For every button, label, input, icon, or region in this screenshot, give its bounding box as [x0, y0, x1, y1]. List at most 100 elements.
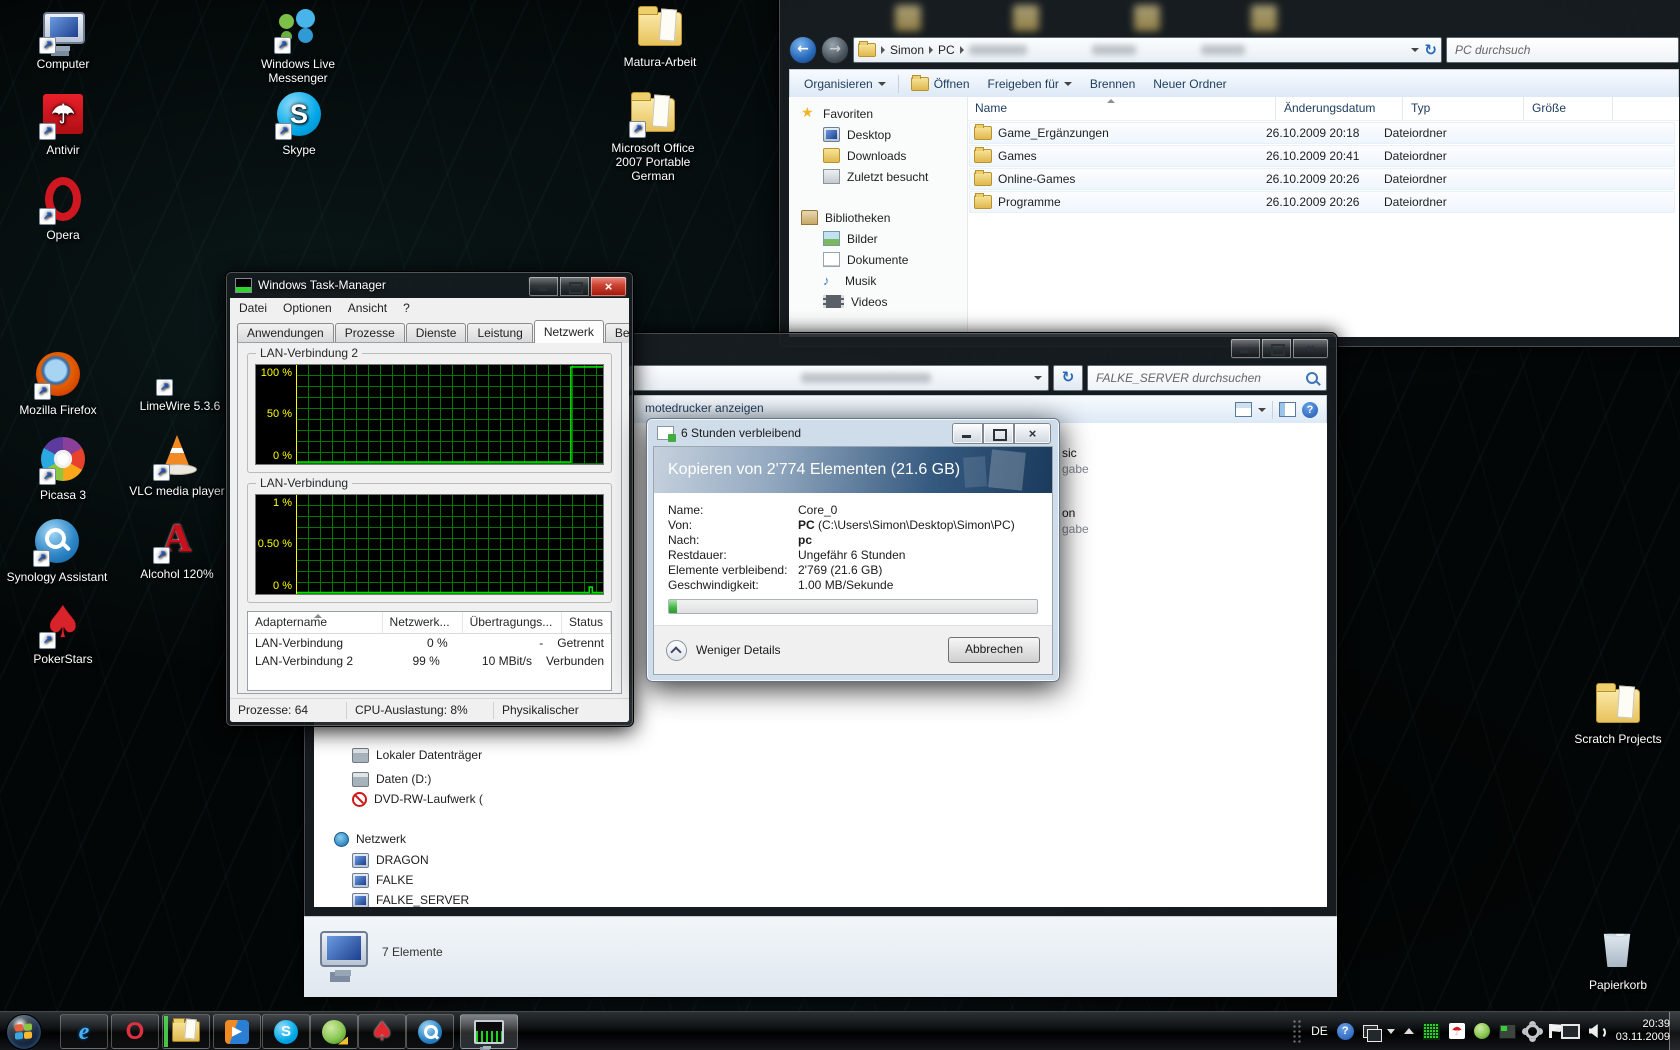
- taskbar-skype[interactable]: S: [262, 1014, 310, 1049]
- nav-dokumente[interactable]: Dokumente: [789, 249, 967, 270]
- view-options-icon[interactable]: [1235, 402, 1252, 417]
- minimize-button[interactable]: [952, 423, 983, 444]
- taskbar-media-player[interactable]: ▶: [213, 1014, 261, 1049]
- settings-tray-icon[interactable]: [1525, 1024, 1540, 1039]
- remote-printers-label[interactable]: motedrucker anzeigen: [645, 401, 764, 415]
- menu-datei[interactable]: Datei: [232, 301, 274, 315]
- dropdown-icon[interactable]: [1387, 1029, 1395, 1034]
- tab-netzwerk[interactable]: Netzwerk: [534, 320, 604, 343]
- adapter-row[interactable]: LAN-Verbindung 0 % - Getrennt: [248, 634, 611, 652]
- nav-desktop[interactable]: Desktop: [789, 124, 967, 145]
- help-tray-icon[interactable]: ?: [1337, 1023, 1354, 1040]
- burn-button[interactable]: Brennen: [1084, 73, 1141, 95]
- organize-button[interactable]: Organisieren: [798, 73, 892, 95]
- taskbar-internet-explorer[interactable]: e: [60, 1014, 108, 1049]
- col-uebertragung[interactable]: Übertragungs...: [463, 612, 562, 633]
- desktop-icon-antivir[interactable]: ☂ ↗ Antivir: [8, 92, 118, 157]
- network-tray-icon[interactable]: [1561, 1024, 1580, 1039]
- maximize-button[interactable]: [1261, 338, 1292, 359]
- desktop-icon-pokerstars[interactable]: ♠ ↗ PokerStars: [8, 601, 118, 666]
- col-status[interactable]: Status: [562, 612, 611, 633]
- nav-musik[interactable]: ♪Musik: [789, 270, 967, 291]
- close-button[interactable]: ×: [1292, 338, 1329, 359]
- desktop-icon-firefox[interactable]: ↗ Mozilla Firefox: [3, 352, 113, 417]
- desktop-icon-picasa[interactable]: ↗ Picasa 3: [8, 437, 118, 502]
- nav-favoriten[interactable]: ★Favoriten: [789, 103, 967, 124]
- tree-item-dvd[interactable]: DVD-RW-Laufwerk (: [352, 789, 483, 809]
- nav-bibliotheken[interactable]: Bibliotheken: [789, 207, 967, 228]
- open-button[interactable]: Öffnen: [905, 73, 976, 95]
- tab-anwendungen[interactable]: Anwendungen: [237, 323, 334, 343]
- share-button[interactable]: Freigeben für: [982, 73, 1078, 95]
- preview-pane-icon[interactable]: [1279, 402, 1296, 417]
- nav-bilder[interactable]: Bilder: [789, 228, 967, 249]
- limewire-tray-icon[interactable]: [1474, 1023, 1490, 1039]
- tree-item-falke[interactable]: FALKE: [352, 870, 413, 890]
- refresh-icon[interactable]: ↻: [1424, 43, 1437, 58]
- avira-tray-icon[interactable]: ☂: [1449, 1023, 1465, 1039]
- taskbar-synology[interactable]: [406, 1014, 454, 1049]
- taskbar-limewire[interactable]: [310, 1014, 358, 1049]
- adapter-row[interactable]: LAN-Verbindung 2 99 % 10 MBit/s Verbunde…: [248, 652, 611, 670]
- column-header-name[interactable]: Name: [967, 97, 1276, 120]
- column-header-type[interactable]: Typ: [1403, 97, 1524, 120]
- file-row[interactable]: Games 26.10.2009 20:41 Dateiordner: [969, 145, 1675, 167]
- collapse-details-icon[interactable]: [666, 640, 687, 661]
- col-netzwerk[interactable]: Netzwerk...: [383, 612, 463, 633]
- desktop-icon-computer[interactable]: ↗ Computer: [8, 6, 118, 71]
- file-row[interactable]: Online-Games 26.10.2009 20:26 Dateiordne…: [969, 168, 1675, 190]
- crumb-simon[interactable]: Simon: [890, 43, 924, 57]
- taskbar-explorer[interactable]: [162, 1014, 210, 1049]
- menu-ansicht[interactable]: Ansicht: [341, 301, 394, 315]
- minimize-button[interactable]: [528, 276, 559, 297]
- monitor-tray-icon[interactable]: [1499, 1024, 1516, 1039]
- refresh-button[interactable]: ↻: [1053, 365, 1083, 391]
- address-dropdown-icon[interactable]: [1034, 376, 1042, 380]
- tab-benutzer[interactable]: Benutzer: [605, 323, 629, 343]
- close-button[interactable]: ×: [590, 276, 627, 297]
- cancel-button[interactable]: Abbrechen: [948, 637, 1040, 663]
- nav-videos[interactable]: Videos: [789, 291, 967, 312]
- desktop-icon-limewire[interactable]: ↗ LimeWire 5.3.6: [125, 348, 235, 413]
- crumb-pc[interactable]: PC: [938, 43, 955, 57]
- tree-item-falke-server[interactable]: FALKE_SERVER: [352, 890, 469, 907]
- desktop-icon-windows-live-messenger[interactable]: ↗ Windows Live Messenger: [243, 6, 353, 85]
- network-list-item-partial[interactable]: sic gabe: [1062, 445, 1089, 477]
- forward-button[interactable]: →: [821, 36, 849, 64]
- view-dropdown-icon[interactable]: [1258, 408, 1266, 412]
- tree-item-dragon[interactable]: DRAGON: [352, 850, 429, 870]
- desktop-icon-papierkorb[interactable]: Papierkorb: [1563, 927, 1673, 992]
- tree-item-netzwerk[interactable]: Netzwerk: [334, 829, 406, 849]
- show-desktop-button[interactable]: [1669, 1012, 1680, 1050]
- column-header-date[interactable]: Änderungsdatum: [1276, 97, 1403, 120]
- help-button[interactable]: ?: [1302, 402, 1318, 418]
- desktop-icon-skype[interactable]: S ↗ Skype: [244, 92, 354, 157]
- taskbar-task-manager[interactable]: [460, 1014, 518, 1049]
- desktop-icon-scratch-projects[interactable]: Scratch Projects: [1563, 681, 1673, 746]
- task-manager-tray-icon[interactable]: [1423, 1023, 1440, 1040]
- network-list-item-partial[interactable]: on gabe: [1062, 505, 1089, 537]
- tree-item-local-disk[interactable]: Lokaler Datenträger: [352, 745, 482, 765]
- new-folder-button[interactable]: Neuer Ordner: [1147, 73, 1232, 95]
- window-layout-icon[interactable]: [1363, 1025, 1378, 1038]
- file-row[interactable]: Game_Ergänzungen 26.10.2009 20:18 Dateio…: [969, 122, 1675, 144]
- search-box[interactable]: PC durchsuch: [1446, 37, 1679, 63]
- action-center-icon[interactable]: [1549, 1024, 1552, 1038]
- explorer-pc-titlebar[interactable]: [779, 0, 1680, 35]
- desktop-icon-ms-office[interactable]: ↗ Microsoft Office 2007 Portable German: [598, 90, 708, 183]
- nav-zuletzt-besucht[interactable]: Zuletzt besucht: [789, 166, 967, 187]
- menu-optionen[interactable]: Optionen: [276, 301, 339, 315]
- taskbar-pokerstars[interactable]: ♠: [358, 1014, 406, 1049]
- tree-item-daten[interactable]: Daten (D:): [352, 769, 431, 789]
- address-dropdown-icon[interactable]: [1411, 48, 1419, 52]
- nav-downloads[interactable]: Downloads: [789, 145, 967, 166]
- tab-dienste[interactable]: Dienste: [406, 323, 467, 343]
- tab-prozesse[interactable]: Prozesse: [335, 323, 405, 343]
- less-details-label[interactable]: Weniger Details: [696, 643, 780, 657]
- desktop-icon-synology[interactable]: ↗ Synology Assistant: [2, 519, 112, 584]
- file-row[interactable]: Programme 26.10.2009 20:26 Dateiordner: [969, 191, 1675, 213]
- back-button[interactable]: ←: [789, 36, 817, 64]
- desktop-icon-alcohol[interactable]: A ↗ Alcohol 120%: [122, 516, 232, 581]
- column-header-size[interactable]: Größe: [1524, 97, 1613, 120]
- breadcrumb[interactable]: Simon PC ↻: [853, 37, 1442, 63]
